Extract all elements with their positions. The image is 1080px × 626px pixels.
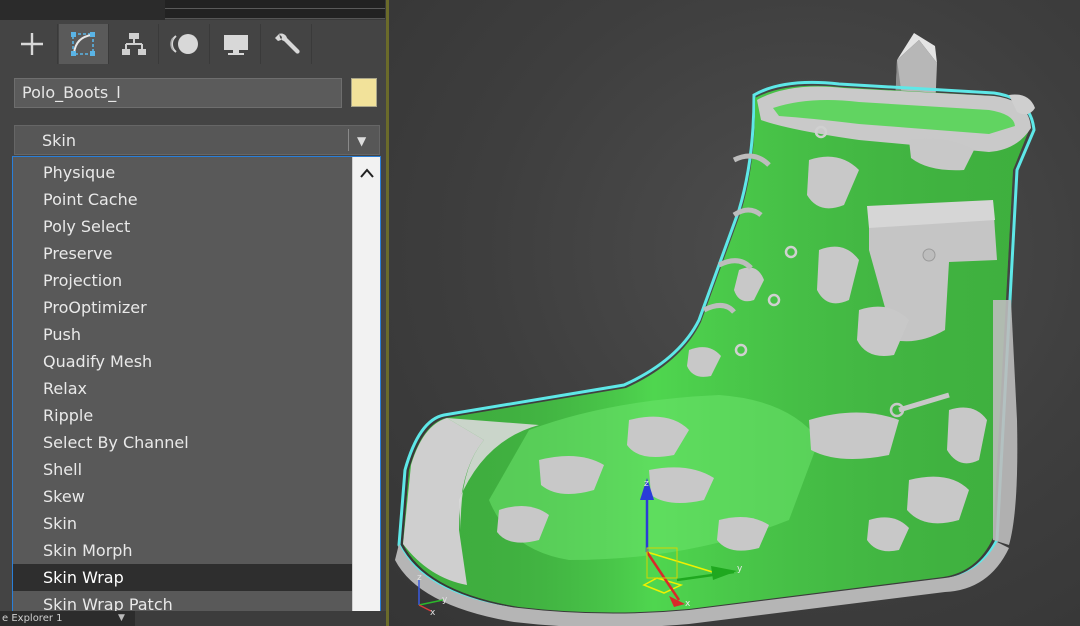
gizmo-z-label: z <box>644 479 649 489</box>
tab-create[interactable] <box>8 24 58 64</box>
list-scrollbar[interactable] <box>352 157 380 617</box>
bottom-strip: e Explorer 1 ▼ <box>0 611 388 626</box>
modifier-list-dropdown[interactable]: Skin ▼ <box>14 125 380 155</box>
modifier-list-item[interactable]: Select By Channel <box>13 429 353 456</box>
modifier-list-item[interactable]: Skin Morph <box>13 537 353 564</box>
gizmo-y-label: y <box>737 564 743 574</box>
modifier-list-item[interactable]: Physique <box>13 159 353 186</box>
modifier-list-popup[interactable]: Physique Point Cache Poly Select Preserve Pr… <box>12 156 381 618</box>
tripod-z-label: z <box>417 573 422 583</box>
boot-body <box>395 80 1036 626</box>
tab-hierarchy[interactable] <box>110 24 160 64</box>
object-color-swatch[interactable] <box>351 78 377 107</box>
modifier-list-item[interactable]: Preserve <box>13 240 353 267</box>
panel-top-strip <box>0 0 388 20</box>
modifier-list-item[interactable]: Shell <box>13 456 353 483</box>
time-ruler[interactable] <box>165 0 385 19</box>
modify-curve-icon <box>71 32 96 56</box>
command-panel-tabs <box>8 24 313 66</box>
object-name-field[interactable]: Polo_Boots_l <box>14 78 342 108</box>
modifier-list-item[interactable]: Projection <box>13 267 353 294</box>
modifier-list-item[interactable]: Poly Select <box>13 213 353 240</box>
chevron-down-icon[interactable]: ▼ <box>357 134 371 148</box>
scroll-up-button[interactable] <box>353 160 380 186</box>
tab-modify[interactable] <box>58 24 109 64</box>
tripod-x-label: x <box>430 608 436 618</box>
motion-icon <box>170 34 198 54</box>
create-plus-icon <box>21 33 44 55</box>
modifier-items: Physique Point Cache Poly Select Preserve Pr… <box>13 159 353 617</box>
tab-motion[interactable] <box>160 24 211 64</box>
gizmo-x-label: x <box>685 599 691 609</box>
boot-mesh[interactable]: z y x z y x <box>389 0 1080 626</box>
modifier-list-item[interactable]: Skin Wrap <box>13 564 353 591</box>
modifier-list-item[interactable]: Quadify Mesh <box>13 348 353 375</box>
modifier-list-item[interactable]: Ripple <box>13 402 353 429</box>
modifier-list-item[interactable]: Skew <box>13 483 353 510</box>
utilities-wrench-icon <box>274 33 300 54</box>
tab-utilities[interactable] <box>262 24 312 64</box>
chevron-up-icon <box>359 168 374 178</box>
modifier-list-item[interactable]: Point Cache <box>13 186 353 213</box>
command-panel: Polo_Boots_l Skin ▼ Physique Point Cache P… <box>0 0 388 626</box>
viewport-perspective[interactable]: z y x z y x <box>389 0 1080 626</box>
display-monitor-icon <box>223 35 248 55</box>
modifier-list-current: Skin <box>42 131 77 150</box>
chevron-down-icon[interactable]: ▼ <box>118 611 125 626</box>
hierarchy-icon <box>122 33 147 55</box>
modifier-list-item[interactable]: Push <box>13 321 353 348</box>
tab-display[interactable] <box>211 24 262 64</box>
modifier-list-item[interactable]: ProOptimizer <box>13 294 353 321</box>
tripod-y-label: y <box>442 595 448 605</box>
scene-explorer-selector[interactable]: e Explorer 1 <box>0 611 135 626</box>
modifier-list-item[interactable]: Relax <box>13 375 353 402</box>
modifier-list-item[interactable]: Skin <box>13 510 353 537</box>
